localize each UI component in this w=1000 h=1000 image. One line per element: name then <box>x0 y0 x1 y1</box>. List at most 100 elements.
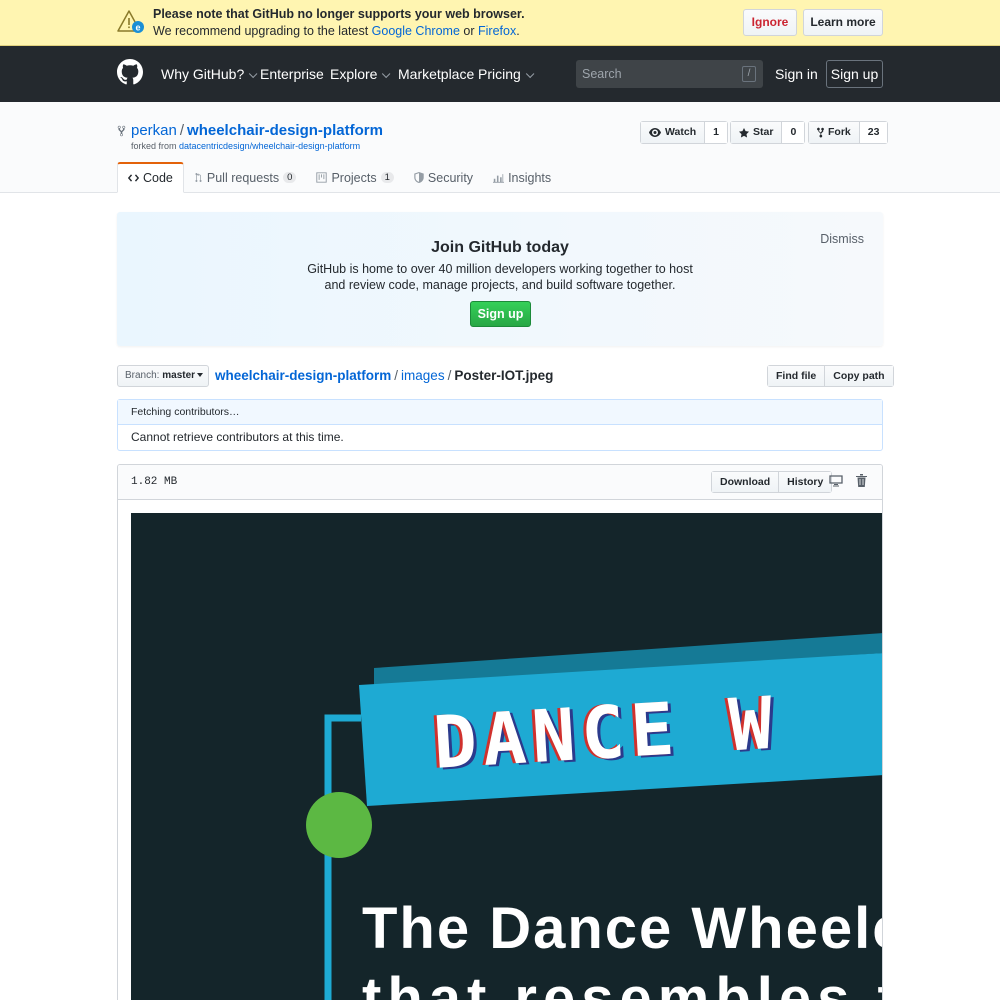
code-icon <box>128 174 139 182</box>
ignore-button[interactable]: Ignore <box>743 9 797 36</box>
contributors-error: Cannot retrieve contributors at this tim… <box>131 430 344 444</box>
file-nav-actions: Find file Copy path <box>767 365 894 387</box>
nav-explore[interactable]: Explore <box>330 66 391 82</box>
branch-select[interactable]: Branch: master <box>117 365 209 387</box>
file-size: 1.82 MB <box>131 476 178 488</box>
desktop-icon[interactable] <box>829 475 843 487</box>
tab-projects-label: Projects <box>331 170 377 185</box>
tab-insights-label: Insights <box>508 170 552 185</box>
file-viewer: 1.82 MB Download History DANCE W The Dan… <box>117 464 883 1000</box>
tab-code[interactable]: Code <box>117 162 184 193</box>
svg-text:e: e <box>135 23 140 33</box>
search-shortcut-key: / <box>742 66 756 82</box>
nav-marketplace-label: Marketplace <box>398 66 475 82</box>
trash-icon[interactable] <box>856 474 867 487</box>
nav-marketplace[interactable]: Marketplace <box>398 66 474 82</box>
copy-path-button[interactable]: Copy path <box>824 366 893 386</box>
poster-headline-line2: that resembles the <box>362 966 882 1000</box>
fork-icon <box>817 127 824 138</box>
search-input[interactable]: Search / <box>576 60 763 88</box>
breadcrumb-separator: / <box>394 368 399 383</box>
browser-warning-icon: e <box>117 10 144 33</box>
google-chrome-link[interactable]: Google Chrome <box>372 24 460 38</box>
repo-owner-link[interactable]: perkan <box>131 122 177 139</box>
breadcrumb-images-link[interactable]: images <box>401 368 445 383</box>
sign-in-link[interactable]: Sign in <box>775 66 818 82</box>
eye-icon <box>649 128 661 137</box>
repo-tabs: Code Pull requests 0 Projects 1 Security… <box>117 162 561 193</box>
breadcrumb-current-file: Poster-IOT.jpeg <box>454 368 554 383</box>
chevron-down-icon <box>249 69 258 79</box>
browser-warning-prefix: We recommend upgrading to the latest <box>153 24 369 38</box>
search-placeholder: Search <box>582 67 622 81</box>
poster-green-dot <box>306 792 372 858</box>
repo-title: perkan / wheelchair-design-platform <box>131 122 383 139</box>
breadcrumb: wheelchair-design-platform / images / Poster… <box>215 368 553 383</box>
tab-security[interactable]: Security <box>404 162 483 193</box>
watch-button[interactable]: Watch <box>641 122 706 143</box>
star-count[interactable]: 0 <box>782 122 805 143</box>
tab-code-label: Code <box>143 171 173 185</box>
poster-headline-line1: The Dance Wheelc <box>362 896 883 961</box>
nav-enterprise[interactable]: Enterprise <box>260 66 324 82</box>
nav-why-github[interactable]: Why GitHub? <box>161 66 258 82</box>
repository-header: perkan / wheelchair-design-platform forked… <box>0 102 1000 193</box>
forked-from-link[interactable]: datacentricdesign/wheelchair-design-plat… <box>179 141 360 151</box>
browser-warning-text: We recommend upgrading to the latest Goo… <box>153 24 520 38</box>
browser-warning-period: . <box>516 24 520 38</box>
tab-security-label: Security <box>427 170 474 185</box>
sign-up-button[interactable]: Sign up <box>826 60 883 88</box>
shield-icon <box>414 172 424 183</box>
dismiss-button[interactable]: Dismiss <box>820 232 864 246</box>
fetching-contributors: Fetching contributors… <box>118 400 882 425</box>
nav-enterprise-label: Enterprise <box>260 66 324 82</box>
find-file-button[interactable]: Find file <box>768 366 825 386</box>
join-sign-up-button[interactable]: Sign up <box>470 301 531 327</box>
star-button[interactable]: Star <box>731 122 783 143</box>
watch-control: Watch 1 <box>640 121 728 144</box>
nav-explore-label: Explore <box>330 66 378 82</box>
projects-counter: 1 <box>380 172 394 183</box>
breadcrumb-separator: / <box>447 368 452 383</box>
history-button[interactable]: History <box>778 472 832 492</box>
branch-label: Branch: <box>125 370 160 381</box>
file-actions: Download History <box>711 471 833 493</box>
tab-pull-requests[interactable]: Pull requests 0 <box>184 162 307 193</box>
site-header: Why GitHub? Enterprise Explore Marketpla… <box>0 46 1000 102</box>
file-header: 1.82 MB Download History <box>118 465 882 500</box>
fork-control: Fork 23 <box>808 121 889 144</box>
fork-count[interactable]: 23 <box>859 122 888 143</box>
join-github-description: GitHub is home to over 40 million develo… <box>307 262 693 292</box>
fork-label: Fork <box>828 126 851 138</box>
watch-label: Watch <box>665 126 697 138</box>
tab-projects[interactable]: Projects 1 <box>306 162 403 193</box>
nav-pricing[interactable]: Pricing <box>478 66 535 82</box>
pull-requests-counter: 0 <box>283 172 297 183</box>
fork-button[interactable]: Fork <box>809 122 860 143</box>
caret-down-icon <box>197 373 204 378</box>
join-github-title: Join GitHub today <box>431 239 569 256</box>
star-icon <box>739 127 749 137</box>
join-github-panel: Join GitHub today GitHub is home to over… <box>117 212 883 346</box>
firefox-link[interactable]: Firefox <box>478 24 516 38</box>
project-icon <box>316 172 328 183</box>
chevron-down-icon <box>382 69 391 79</box>
chevron-down-icon <box>525 69 535 79</box>
tab-insights[interactable]: Insights <box>483 162 561 193</box>
repo-forked-icon <box>117 125 126 137</box>
github-logo-icon[interactable] <box>117 59 143 85</box>
graph-icon <box>493 173 505 183</box>
watch-count[interactable]: 1 <box>705 122 727 143</box>
download-button[interactable]: Download <box>712 472 779 492</box>
learn-more-button[interactable]: Learn more <box>803 9 883 36</box>
nav-pricing-label: Pricing <box>478 66 521 82</box>
browser-warning-or: or <box>463 24 475 38</box>
tab-pull-requests-label: Pull requests <box>206 170 280 185</box>
forked-from-note: forked from datacentricdesign/wheelchair… <box>131 141 360 151</box>
repo-name-link[interactable]: wheelchair-design-platform <box>187 122 383 139</box>
pull-request-icon <box>195 173 202 182</box>
poster-image: DANCE W The Dance Wheelc that resembles … <box>131 513 883 1000</box>
breadcrumb-repo-link[interactable]: wheelchair-design-platform <box>215 368 391 383</box>
star-label: Star <box>753 126 774 138</box>
forked-from-label: forked from <box>131 141 177 151</box>
